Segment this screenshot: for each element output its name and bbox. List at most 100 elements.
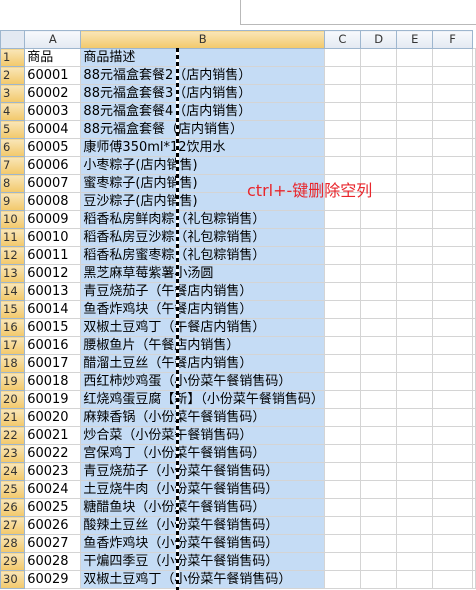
cell-e[interactable] — [396, 498, 434, 517]
cell-d[interactable] — [359, 120, 398, 139]
cell-f[interactable] — [432, 156, 473, 175]
cell-e[interactable] — [396, 102, 434, 121]
cell-d[interactable] — [359, 408, 398, 427]
cell-g[interactable] — [472, 156, 476, 175]
cell-b[interactable]: 青豆烧茄子（午餐店内销售） — [80, 282, 325, 301]
row-header[interactable]: 4 — [0, 102, 26, 121]
cell-e[interactable] — [396, 552, 434, 571]
cell-b[interactable]: 稻香私房豆沙粽（礼包粽销售） — [80, 228, 325, 247]
cell-g[interactable] — [472, 264, 476, 283]
cell-c[interactable] — [323, 390, 361, 409]
column-header-f[interactable]: F — [432, 30, 473, 49]
row-header[interactable]: 25 — [0, 480, 26, 499]
cell-b[interactable]: 黑芝麻草莓紫薯小汤圆 — [80, 264, 325, 283]
cell-d[interactable] — [359, 426, 398, 445]
column-header-c[interactable]: C — [323, 30, 361, 49]
cell-e[interactable] — [396, 156, 434, 175]
row-header[interactable]: 6 — [0, 138, 26, 157]
cell-b[interactable]: 宫保鸡丁（小份菜午餐销售码） — [80, 444, 325, 463]
cell-d[interactable] — [359, 300, 398, 319]
cell-d[interactable] — [359, 498, 398, 517]
cell-g[interactable] — [472, 174, 476, 193]
cell-a[interactable]: 60028 — [24, 552, 82, 571]
cell-d[interactable] — [359, 336, 398, 355]
cell-b[interactable]: 88元福盒套餐2（店内销售） — [80, 66, 325, 85]
cell-d[interactable] — [359, 354, 398, 373]
cell-e[interactable] — [396, 282, 434, 301]
cell-d[interactable] — [359, 552, 398, 571]
cell-b[interactable]: 鱼香炸鸡块（小份菜午餐销售码） — [80, 534, 325, 553]
cell-a[interactable]: 60011 — [24, 246, 82, 265]
row-header[interactable]: 26 — [0, 498, 26, 517]
cell-d[interactable] — [359, 372, 398, 391]
row-header[interactable]: 12 — [0, 246, 26, 265]
cell-g[interactable] — [472, 192, 476, 211]
cell-e[interactable] — [396, 372, 434, 391]
cell-a[interactable]: 60003 — [24, 102, 82, 121]
cell-g[interactable] — [472, 390, 476, 409]
cell-a[interactable]: 60019 — [24, 390, 82, 409]
row-header[interactable]: 24 — [0, 462, 26, 481]
cell-e[interactable] — [396, 228, 434, 247]
cell-c[interactable] — [323, 552, 361, 571]
cell-f[interactable] — [432, 192, 473, 211]
cell-b[interactable]: 青豆烧茄子（小份菜午餐销售码） — [80, 462, 325, 481]
cell-f[interactable] — [432, 210, 473, 229]
cell-d[interactable] — [359, 210, 398, 229]
cell-a[interactable]: 60009 — [24, 210, 82, 229]
cell-g[interactable] — [472, 462, 476, 481]
cell-g[interactable] — [472, 426, 476, 445]
cell-d[interactable] — [359, 264, 398, 283]
cell-g[interactable] — [472, 120, 476, 139]
cell-c[interactable] — [323, 372, 361, 391]
row-header[interactable]: 13 — [0, 264, 26, 283]
cell-g[interactable] — [472, 480, 476, 499]
cell-a[interactable]: 60017 — [24, 354, 82, 373]
cell-f[interactable] — [432, 318, 473, 337]
cell-d[interactable] — [359, 462, 398, 481]
row-header[interactable]: 29 — [0, 552, 26, 571]
cell-b[interactable]: 小枣粽子(店内销售) — [80, 156, 325, 175]
cell-e[interactable] — [396, 462, 434, 481]
cell-g[interactable] — [472, 246, 476, 265]
row-header[interactable]: 1 — [0, 48, 26, 67]
cell-g[interactable] — [472, 48, 476, 67]
cell-f[interactable] — [432, 300, 473, 319]
cell-a[interactable]: 60022 — [24, 444, 82, 463]
cell-d[interactable] — [359, 102, 398, 121]
cell-f[interactable] — [432, 372, 473, 391]
cell-c[interactable] — [323, 444, 361, 463]
cell-c[interactable] — [323, 138, 361, 157]
cell-f[interactable] — [432, 48, 473, 67]
cell-b[interactable]: 土豆烧牛肉（小份菜午餐销售码） — [80, 480, 325, 499]
cell-a[interactable]: 60023 — [24, 462, 82, 481]
cell-d[interactable] — [359, 228, 398, 247]
cell-a[interactable]: 60021 — [24, 426, 82, 445]
cell-a[interactable]: 60024 — [24, 480, 82, 499]
cell-c[interactable] — [323, 156, 361, 175]
cell-c[interactable] — [323, 426, 361, 445]
row-header[interactable]: 16 — [0, 318, 26, 337]
row-header[interactable]: 5 — [0, 120, 26, 139]
cell-a[interactable]: 60002 — [24, 84, 82, 103]
cell-f[interactable] — [432, 354, 473, 373]
cell-g[interactable] — [472, 354, 476, 373]
cell-c[interactable] — [323, 300, 361, 319]
cell-d[interactable] — [359, 48, 398, 67]
cell-d[interactable] — [359, 138, 398, 157]
cell-e[interactable] — [396, 138, 434, 157]
cell-b[interactable]: 鱼香炸鸡块（午餐店内销售） — [80, 300, 325, 319]
cell-f[interactable] — [432, 444, 473, 463]
cell-f[interactable] — [432, 228, 473, 247]
cell-c[interactable] — [323, 66, 361, 85]
cell-c[interactable] — [323, 48, 361, 67]
cell-g[interactable] — [472, 282, 476, 301]
cell-c[interactable] — [323, 246, 361, 265]
cell-c[interactable] — [323, 462, 361, 481]
cell-e[interactable] — [396, 408, 434, 427]
row-header[interactable]: 21 — [0, 408, 26, 427]
cell-b[interactable]: 糖醋鱼块（小份菜午餐销售码） — [80, 498, 325, 517]
cell-a[interactable]: 60013 — [24, 282, 82, 301]
cell-c[interactable] — [323, 408, 361, 427]
row-header[interactable]: 8 — [0, 174, 26, 193]
